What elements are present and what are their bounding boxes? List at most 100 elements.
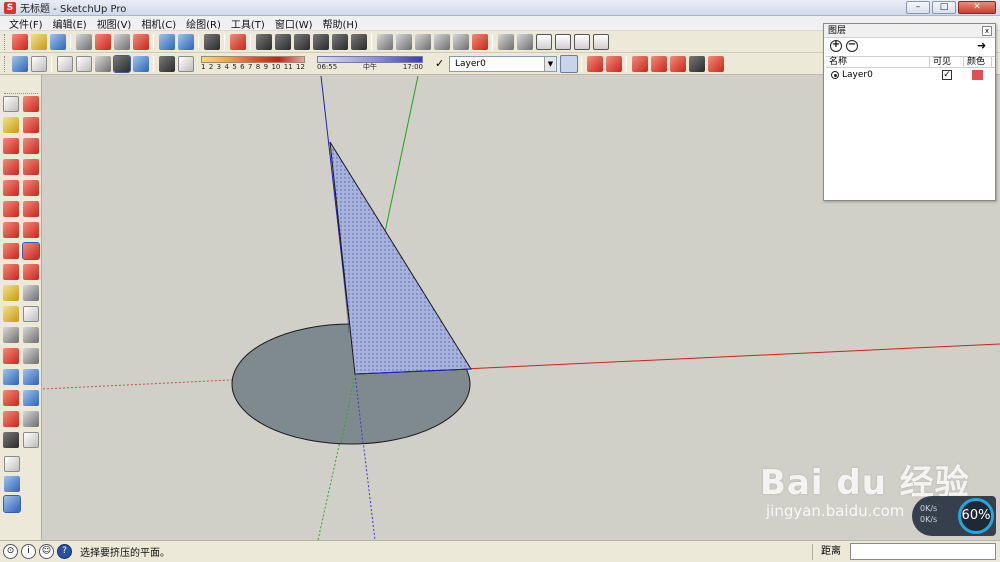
arc-icon[interactable] [23,180,39,196]
menu-file[interactable]: 文件(F) [4,16,48,31]
layer-manager-icon[interactable] [560,54,578,73]
smoove-icon[interactable] [414,33,431,50]
close-icon[interactable]: x [982,26,992,36]
paint-bucket-icon[interactable] [3,117,19,133]
shaded-icon[interactable] [94,55,111,72]
menu-view[interactable]: 视图(V) [92,16,137,31]
zoom-extents-icon[interactable] [3,390,19,406]
subtract-icon[interactable] [669,55,686,72]
menu-camera[interactable]: 相机(C) [136,16,181,31]
new-file-icon[interactable] [11,33,28,50]
details-arrow-icon[interactable]: ➜ [977,40,989,52]
front-view-icon[interactable] [293,33,310,50]
house-icon[interactable] [535,33,552,50]
xray-icon[interactable] [11,55,28,72]
fog-icon[interactable] [177,55,194,72]
back-view-icon[interactable] [331,33,348,50]
zoom-window-icon[interactable] [23,369,39,385]
drape-icon[interactable] [452,33,469,50]
look-around-icon[interactable] [23,411,39,427]
sandbox-contours-icon[interactable] [376,33,393,50]
layer-row[interactable]: Layer0 ✓ [826,68,995,82]
shaded-textures-icon[interactable] [112,54,131,73]
print-icon[interactable] [203,33,220,50]
menu-help[interactable]: 帮助(H) [318,16,363,31]
make-component-icon[interactable] [23,96,39,112]
hidden-line-icon[interactable] [75,55,92,72]
wireframe-icon[interactable] [56,55,73,72]
menu-tools[interactable]: 工具(T) [226,16,270,31]
iso-view-icon[interactable] [255,33,272,50]
protractor-icon[interactable] [3,306,19,322]
line-icon[interactable] [23,138,39,154]
components-icon[interactable] [516,33,533,50]
offset-icon[interactable] [23,264,39,280]
add-location-icon[interactable] [4,456,20,472]
stamp-icon[interactable] [433,33,450,50]
axes-icon[interactable] [3,327,19,343]
freehand-icon[interactable] [23,159,39,175]
add-detail-icon[interactable] [471,33,488,50]
right-view-icon[interactable] [312,33,329,50]
monochrome-icon[interactable] [132,55,149,72]
shadow-time-slider[interactable]: 06:55 中午 17:00 [317,56,423,71]
rotate-icon[interactable] [3,243,19,259]
toolbar-grip[interactable] [4,55,7,72]
geo-location-icon[interactable]: ⊙ [3,544,18,559]
user-icon[interactable]: ☺ [39,544,54,559]
circle-icon[interactable] [3,159,19,175]
follow-me-icon[interactable] [22,242,40,260]
color-column-header[interactable]: 颜色 [964,57,992,67]
add-layer-icon[interactable]: + [830,40,842,52]
intersect-icon[interactable] [631,55,648,72]
minimize-button[interactable]: – [906,1,930,14]
layer-visible-checkbox[interactable]: ✓ [942,70,952,80]
split-icon[interactable] [707,55,724,72]
help-icon[interactable]: ? [57,544,72,559]
orbit-icon[interactable] [3,348,19,364]
warehouse-icon[interactable] [497,33,514,50]
rotated-rectangle-icon[interactable] [23,201,39,217]
layers-panel-title-bar[interactable]: 图层 x [824,24,995,38]
redo-icon[interactable] [177,33,194,50]
open-file-icon[interactable] [30,33,47,50]
layer-dropdown[interactable]: Layer0 ▼ [449,55,557,72]
dimension-icon[interactable] [23,285,39,301]
shadow-date-bar[interactable] [201,56,305,63]
section-tool-icon[interactable] [23,432,39,448]
text-icon[interactable] [23,306,39,322]
3d-text-icon[interactable] [23,327,39,343]
shadow-time-bar[interactable] [317,56,423,63]
display-section-planes-icon[interactable] [605,55,622,72]
name-column-header[interactable]: 名称 [826,57,930,67]
eraser-icon[interactable] [23,117,39,133]
visible-column-header[interactable]: 可见 [930,57,964,67]
undo-icon[interactable] [158,33,175,50]
pan-icon[interactable] [23,348,39,364]
triangle-profile-face[interactable] [329,141,472,375]
position-camera-icon[interactable] [3,411,19,427]
toolbar-grip[interactable] [4,33,7,50]
shadow-date-slider[interactable]: 1 2 3 4 5 6 7 8 9 10 11 12 [201,56,305,71]
move-icon[interactable] [3,222,19,238]
sketchup-app-icon[interactable]: S [4,1,16,14]
left-view-icon[interactable] [350,33,367,50]
back-edges-icon[interactable] [30,55,47,72]
paste-icon[interactable] [113,33,130,50]
section-plane-icon[interactable] [586,55,603,72]
credits-icon[interactable]: i [21,544,36,559]
select-icon[interactable] [3,96,19,112]
pie-icon[interactable] [3,201,19,217]
toggle-terrain-icon[interactable] [4,476,20,492]
menu-edit[interactable]: 编辑(E) [48,16,92,31]
model-info-icon[interactable] [229,33,246,50]
measurements-input[interactable] [850,543,996,560]
top-view-icon[interactable] [274,33,291,50]
rectangle-icon[interactable] [3,138,19,154]
chevron-down-icon[interactable]: ▼ [544,56,556,71]
erase-icon[interactable] [132,33,149,50]
network-speed-widget[interactable]: 0K/s 0K/s 60% [912,496,996,536]
close-button[interactable]: ✕ [958,1,996,14]
building-icon[interactable] [592,33,609,50]
active-layer-radio[interactable] [831,71,839,79]
